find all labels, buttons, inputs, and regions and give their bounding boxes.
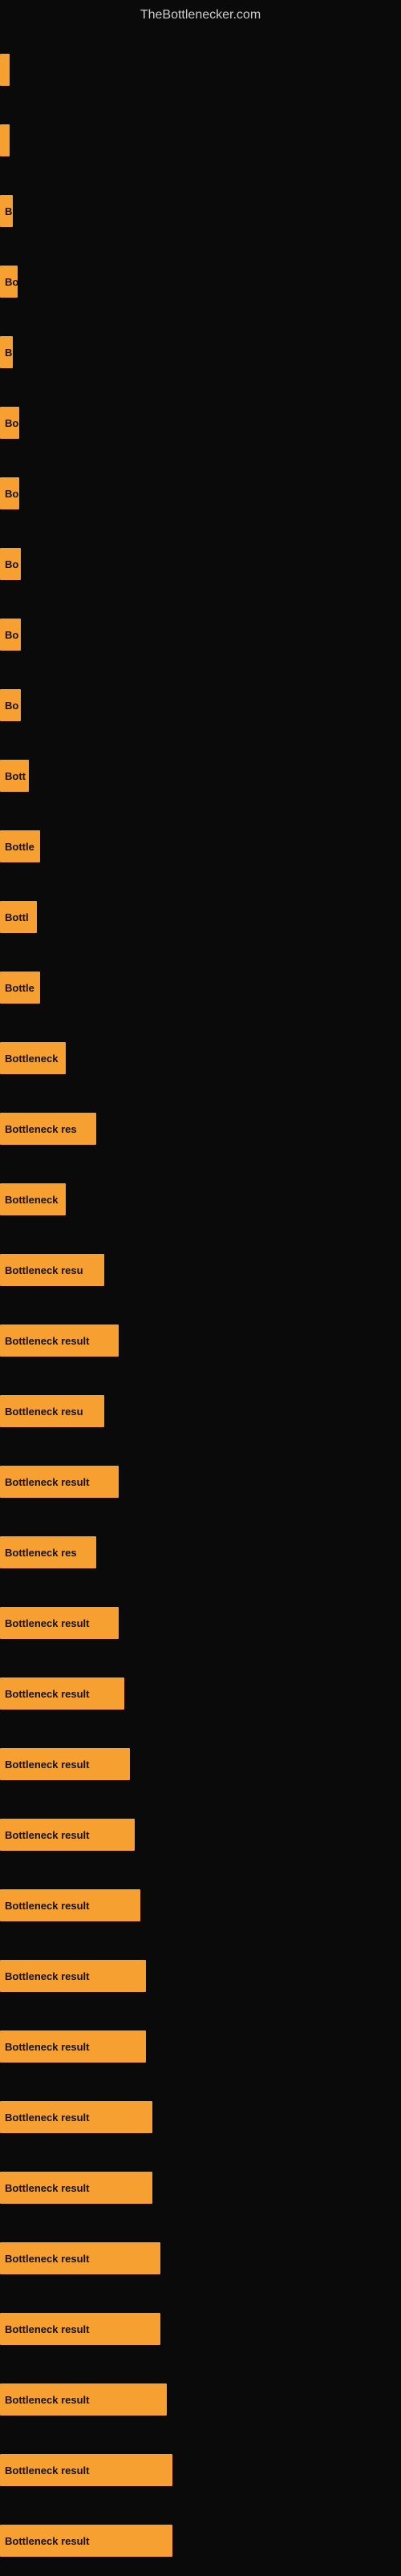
bar-row: Bottleneck result [0, 2294, 401, 2364]
bar-row: Bottleneck result [0, 1305, 401, 1376]
bar-label: Bott [0, 760, 29, 792]
bar-row: Bottl [0, 882, 401, 952]
bar-row: Bottleneck result [0, 1446, 401, 1517]
bar-label: Bo [0, 689, 21, 721]
bar-label: Bottl [0, 901, 37, 933]
bar-label: Bottleneck result [0, 2101, 152, 2133]
bar-row: Bottleneck [0, 1164, 401, 1235]
bar-label: Bottleneck resu [0, 1395, 104, 1427]
bar-label: Bo [0, 266, 18, 298]
bar-label: Bottleneck result [0, 2383, 167, 2416]
bar-label: Bottleneck res [0, 1113, 96, 1145]
bar-row: Bottleneck [0, 1023, 401, 1093]
bar-label: Bottleneck result [0, 1466, 119, 1498]
bar-label: Bottleneck result [0, 2172, 152, 2204]
bar-label: Bottleneck result [0, 2030, 146, 2063]
bar-label: Bottleneck result [0, 1819, 135, 1851]
bar-label: Bottleneck result [0, 1889, 140, 1921]
bar-row: Bottleneck result [0, 2364, 401, 2435]
bar-row: Bo [0, 246, 401, 317]
bar-label: Bo [0, 548, 21, 580]
bar-row: B [0, 317, 401, 387]
bar-label: Bottleneck [0, 1183, 66, 1215]
bar-row: Bottleneck result [0, 2435, 401, 2505]
bar-label: Bottleneck result [0, 1325, 119, 1357]
bar-row: Bottleneck res [0, 1517, 401, 1588]
bar-row: B [0, 176, 401, 246]
bar-row: Bottleneck result [0, 2082, 401, 2152]
bar-row: Bottle [0, 952, 401, 1023]
bar-row: Bottleneck result [0, 1870, 401, 1941]
bar-row: Bottleneck result [0, 2011, 401, 2082]
bar-row: Bottleneck result [0, 1799, 401, 1870]
bar-row: Bottleneck result [0, 2223, 401, 2294]
bar-label: Bo [0, 407, 19, 439]
bar-row: Bottleneck result [0, 1941, 401, 2011]
site-title: TheBottlenecker.com [0, 0, 401, 26]
bar-label: Bottleneck result [0, 2525, 172, 2557]
bar-label [0, 124, 10, 156]
bar-label: Bottleneck resu [0, 1254, 104, 1286]
bar-label: B [0, 195, 13, 227]
bar-row: Bottleneck result [0, 1588, 401, 1658]
bar-label: Bottleneck result [0, 1677, 124, 1710]
bar-row [0, 34, 401, 105]
bar-row: Bo [0, 387, 401, 458]
bar-row: Bo [0, 458, 401, 529]
bar-row: Bottleneck resu [0, 1235, 401, 1305]
bar-row: Bottle [0, 811, 401, 882]
bar-label: Bottle [0, 972, 40, 1004]
bar-row: Bottleneck resu [0, 1376, 401, 1446]
bar-label: Bo [0, 477, 19, 509]
bar-row: Bott [0, 740, 401, 811]
bar-row: Bo [0, 599, 401, 670]
bar-label: Bottleneck result [0, 1748, 130, 1780]
bar-label: Bottleneck [0, 1042, 66, 1074]
bar-label: Bo [0, 619, 21, 651]
bar-row: Bottleneck result [0, 1658, 401, 1729]
bar-label: B [0, 336, 13, 368]
bar-row: Bottleneck result [0, 2505, 401, 2576]
bar-label [0, 54, 10, 86]
bar-row: Bo [0, 670, 401, 740]
bar-row [0, 105, 401, 176]
bar-label: Bottleneck result [0, 1960, 146, 1992]
bar-label: Bottle [0, 830, 40, 862]
bar-row: Bottleneck result [0, 2152, 401, 2223]
bar-row: Bottleneck res [0, 1093, 401, 1164]
bar-label: Bottleneck result [0, 2454, 172, 2486]
bar-row: Bo [0, 529, 401, 599]
bar-label: Bottleneck result [0, 1607, 119, 1639]
bar-label: Bottleneck result [0, 2242, 160, 2274]
bar-label: Bottleneck res [0, 1536, 96, 1568]
bars-container: B Bo B Bo Bo Bo Bo Bo Bott Bottle Bottl Bottle Bottl… [0, 26, 401, 2576]
bar-row: Bottleneck result [0, 1729, 401, 1799]
bar-label: Bottleneck result [0, 2313, 160, 2345]
